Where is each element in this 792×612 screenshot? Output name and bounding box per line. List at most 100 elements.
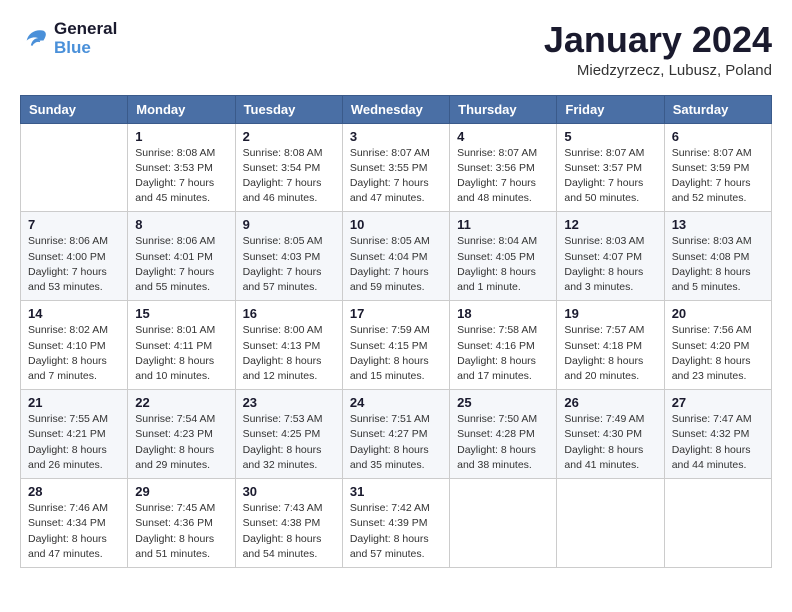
day-info: Sunrise: 8:00 AM Sunset: 4:13 PM Dayligh… (243, 323, 335, 384)
calendar-week-row: 1Sunrise: 8:08 AM Sunset: 3:53 PM Daylig… (21, 123, 772, 212)
day-number: 13 (672, 217, 764, 232)
day-number: 24 (350, 395, 442, 410)
calendar-cell: 5 Sunrise: 8:07 AM Sunset: 3:57 PM Daylig… (557, 123, 664, 212)
calendar-table: SundayMondayTuesdayWednesdayThursdayFrid… (20, 95, 772, 568)
calendar-cell: 24 Sunrise: 7:51 AM Sunset: 4:27 PM Dayli… (342, 390, 449, 479)
day-info: Sunrise: 7:57 AM Sunset: 4:18 PM Dayligh… (564, 323, 656, 384)
weekday-header-saturday: Saturday (664, 95, 771, 123)
day-number: 27 (672, 395, 764, 410)
logo: General Blue (20, 20, 117, 57)
calendar-cell: 6 Sunrise: 8:07 AM Sunset: 3:59 PM Daylig… (664, 123, 771, 212)
weekday-header-sunday: Sunday (21, 95, 128, 123)
day-info: Sunrise: 8:02 AM Sunset: 4:10 PM Dayligh… (28, 323, 120, 384)
day-info: Sunrise: 8:03 AM Sunset: 4:07 PM Dayligh… (564, 234, 656, 295)
day-number: 22 (135, 395, 227, 410)
day-number: 12 (564, 217, 656, 232)
day-info: Sunrise: 7:47 AM Sunset: 4:32 PM Dayligh… (672, 412, 764, 473)
day-info: Sunrise: 7:50 AM Sunset: 4:28 PM Dayligh… (457, 412, 549, 473)
day-number: 4 (457, 129, 549, 144)
calendar-cell: 13 Sunrise: 8:03 AM Sunset: 4:08 PM Dayli… (664, 212, 771, 301)
day-info: Sunrise: 7:42 AM Sunset: 4:39 PM Dayligh… (350, 501, 442, 562)
day-number: 11 (457, 217, 549, 232)
calendar-cell (21, 123, 128, 212)
day-info: Sunrise: 8:05 AM Sunset: 4:03 PM Dayligh… (243, 234, 335, 295)
weekday-header-tuesday: Tuesday (235, 95, 342, 123)
calendar-cell: 12 Sunrise: 8:03 AM Sunset: 4:07 PM Dayli… (557, 212, 664, 301)
calendar-cell: 23 Sunrise: 7:53 AM Sunset: 4:25 PM Dayli… (235, 390, 342, 479)
logo-icon (20, 24, 50, 54)
day-number: 14 (28, 306, 120, 321)
day-number: 10 (350, 217, 442, 232)
calendar-cell: 10 Sunrise: 8:05 AM Sunset: 4:04 PM Dayli… (342, 212, 449, 301)
weekday-header-monday: Monday (128, 95, 235, 123)
calendar-cell: 28Sunrise: 7:46 AM Sunset: 4:34 PM Dayli… (21, 479, 128, 568)
weekday-header-thursday: Thursday (450, 95, 557, 123)
calendar-cell: 14 Sunrise: 8:02 AM Sunset: 4:10 PM Dayli… (21, 301, 128, 390)
calendar-cell (664, 479, 771, 568)
title-block: January 2024 Miedzyrzecz, Lubusz, Poland (544, 20, 772, 79)
day-number: 29 (135, 484, 227, 499)
day-info: Sunrise: 7:55 AM Sunset: 4:21 PM Dayligh… (28, 412, 120, 473)
calendar-cell: 16 Sunrise: 8:00 AM Sunset: 4:13 PM Dayli… (235, 301, 342, 390)
calendar-cell: 18Sunrise: 7:58 AM Sunset: 4:16 PM Dayli… (450, 301, 557, 390)
day-number: 16 (243, 306, 335, 321)
calendar-cell: 25 Sunrise: 7:50 AM Sunset: 4:28 PM Dayli… (450, 390, 557, 479)
day-number: 3 (350, 129, 442, 144)
calendar-cell: 1Sunrise: 8:08 AM Sunset: 3:53 PM Daylig… (128, 123, 235, 212)
calendar-cell: 9Sunrise: 8:05 AM Sunset: 4:03 PM Daylig… (235, 212, 342, 301)
day-info: Sunrise: 7:49 AM Sunset: 4:30 PM Dayligh… (564, 412, 656, 473)
day-info: Sunrise: 7:58 AM Sunset: 4:16 PM Dayligh… (457, 323, 549, 384)
day-number: 26 (564, 395, 656, 410)
day-info: Sunrise: 7:45 AM Sunset: 4:36 PM Dayligh… (135, 501, 227, 562)
day-info: Sunrise: 8:07 AM Sunset: 3:55 PM Dayligh… (350, 146, 442, 207)
calendar-cell: 3 Sunrise: 8:07 AM Sunset: 3:55 PM Daylig… (342, 123, 449, 212)
location-subtitle: Miedzyrzecz, Lubusz, Poland (544, 62, 772, 79)
day-number: 6 (672, 129, 764, 144)
day-info: Sunrise: 7:54 AM Sunset: 4:23 PM Dayligh… (135, 412, 227, 473)
calendar-cell: 2Sunrise: 8:08 AM Sunset: 3:54 PM Daylig… (235, 123, 342, 212)
day-info: Sunrise: 8:07 AM Sunset: 3:59 PM Dayligh… (672, 146, 764, 207)
day-number: 20 (672, 306, 764, 321)
day-info: Sunrise: 8:04 AM Sunset: 4:05 PM Dayligh… (457, 234, 549, 295)
calendar-cell: 30Sunrise: 7:43 AM Sunset: 4:38 PM Dayli… (235, 479, 342, 568)
day-number: 19 (564, 306, 656, 321)
weekday-header-friday: Friday (557, 95, 664, 123)
day-info: Sunrise: 8:06 AM Sunset: 4:01 PM Dayligh… (135, 234, 227, 295)
day-number: 15 (135, 306, 227, 321)
calendar-cell: 31Sunrise: 7:42 AM Sunset: 4:39 PM Dayli… (342, 479, 449, 568)
calendar-cell (557, 479, 664, 568)
calendar-cell: 17Sunrise: 7:59 AM Sunset: 4:15 PM Dayli… (342, 301, 449, 390)
logo-text-blue: Blue (54, 39, 117, 58)
calendar-cell: 19 Sunrise: 7:57 AM Sunset: 4:18 PM Dayli… (557, 301, 664, 390)
day-info: Sunrise: 8:01 AM Sunset: 4:11 PM Dayligh… (135, 323, 227, 384)
calendar-cell: 27 Sunrise: 7:47 AM Sunset: 4:32 PM Dayli… (664, 390, 771, 479)
day-info: Sunrise: 8:05 AM Sunset: 4:04 PM Dayligh… (350, 234, 442, 295)
day-number: 2 (243, 129, 335, 144)
calendar-cell: 4 Sunrise: 8:07 AM Sunset: 3:56 PM Daylig… (450, 123, 557, 212)
day-info: Sunrise: 7:51 AM Sunset: 4:27 PM Dayligh… (350, 412, 442, 473)
day-info: Sunrise: 7:46 AM Sunset: 4:34 PM Dayligh… (28, 501, 120, 562)
day-number: 25 (457, 395, 549, 410)
calendar-week-row: 21Sunrise: 7:55 AM Sunset: 4:21 PM Dayli… (21, 390, 772, 479)
calendar-cell: 8 Sunrise: 8:06 AM Sunset: 4:01 PM Daylig… (128, 212, 235, 301)
page-header: General Blue January 2024 Miedzyrzecz, L… (20, 20, 772, 79)
weekday-header-row: SundayMondayTuesdayWednesdayThursdayFrid… (21, 95, 772, 123)
day-number: 5 (564, 129, 656, 144)
calendar-cell: 7Sunrise: 8:06 AM Sunset: 4:00 PM Daylig… (21, 212, 128, 301)
calendar-week-row: 28Sunrise: 7:46 AM Sunset: 4:34 PM Dayli… (21, 479, 772, 568)
day-number: 8 (135, 217, 227, 232)
weekday-header-wednesday: Wednesday (342, 95, 449, 123)
calendar-cell: 21Sunrise: 7:55 AM Sunset: 4:21 PM Dayli… (21, 390, 128, 479)
day-info: Sunrise: 7:53 AM Sunset: 4:25 PM Dayligh… (243, 412, 335, 473)
day-info: Sunrise: 7:59 AM Sunset: 4:15 PM Dayligh… (350, 323, 442, 384)
day-info: Sunrise: 8:03 AM Sunset: 4:08 PM Dayligh… (672, 234, 764, 295)
day-info: Sunrise: 8:08 AM Sunset: 3:53 PM Dayligh… (135, 146, 227, 207)
day-info: Sunrise: 8:07 AM Sunset: 3:57 PM Dayligh… (564, 146, 656, 207)
day-info: Sunrise: 8:06 AM Sunset: 4:00 PM Dayligh… (28, 234, 120, 295)
day-info: Sunrise: 8:07 AM Sunset: 3:56 PM Dayligh… (457, 146, 549, 207)
day-number: 30 (243, 484, 335, 499)
calendar-week-row: 7Sunrise: 8:06 AM Sunset: 4:00 PM Daylig… (21, 212, 772, 301)
calendar-cell (450, 479, 557, 568)
day-number: 23 (243, 395, 335, 410)
calendar-cell: 22 Sunrise: 7:54 AM Sunset: 4:23 PM Dayli… (128, 390, 235, 479)
